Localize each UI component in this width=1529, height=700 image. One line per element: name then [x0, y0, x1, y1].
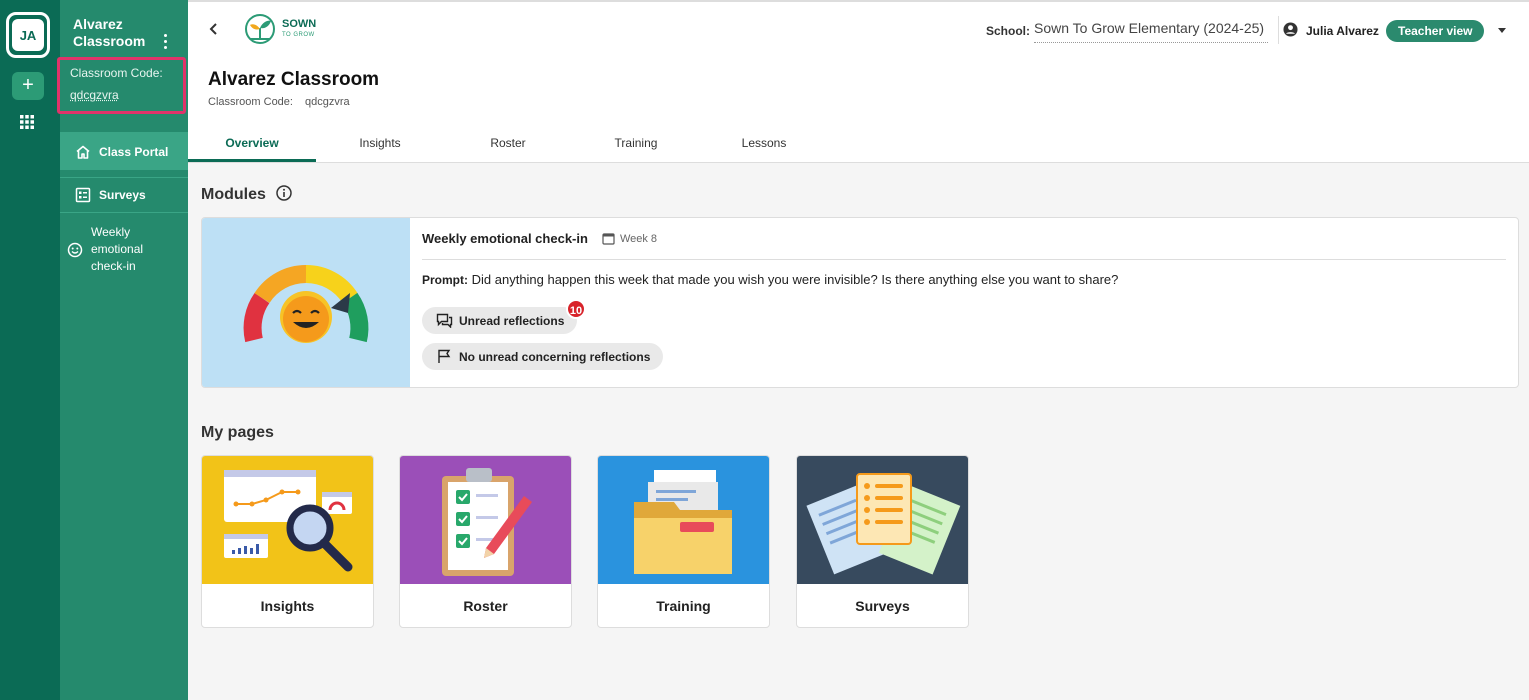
modules-heading: Modules: [201, 185, 293, 204]
classroom-code-label: Classroom Code:: [70, 66, 163, 80]
tab-insights[interactable]: Insights: [316, 128, 444, 162]
unread-count-badge: 10: [566, 299, 586, 319]
tab-lessons[interactable]: Lessons: [700, 128, 828, 162]
survey-icon: [75, 187, 91, 203]
roster-illustration: [400, 456, 571, 584]
page-card-surveys[interactable]: Surveys: [796, 455, 969, 628]
divider: [1278, 16, 1279, 44]
tab-roster[interactable]: Roster: [444, 128, 572, 162]
classroom-code-box: Classroom Code: qdcgzvra: [57, 57, 186, 114]
my-pages-heading: My pages: [201, 424, 274, 441]
sidebar-item-surveys[interactable]: Surveys: [60, 177, 188, 213]
tab-overview[interactable]: Overview: [188, 128, 316, 162]
page-card-label: Insights: [260, 598, 315, 614]
sown-to-grow-logo: [245, 14, 275, 44]
page-card-label: Training: [656, 598, 711, 614]
module-title[interactable]: Weekly emotional check-in: [422, 231, 588, 246]
module-illustration: [202, 218, 410, 387]
page-card-label: Surveys: [855, 598, 910, 614]
comments-icon: [436, 313, 453, 328]
sidebar-item-weekly-checkin[interactable]: Weekly emotional check-in: [60, 222, 188, 278]
module-card-weekly-checkin[interactable]: Weekly emotional check-in Week 8 Prompt:…: [201, 217, 1519, 388]
top-bar: SOWN TO GROW School: Sown To Grow Elemen…: [188, 0, 1529, 56]
user-menu-dropdown-icon[interactable]: [1498, 28, 1506, 33]
user-account-icon: [1283, 22, 1298, 37]
page-card-roster[interactable]: Roster: [399, 455, 572, 628]
surveys-illustration: [797, 456, 968, 584]
class-sidebar: Alvarez Classroom Classroom Code: qdcgzv…: [57, 0, 188, 700]
logo-text: SOWN TO GROW: [282, 18, 317, 39]
page-header: Alvarez Classroom Classroom Code: qdcgzvr…: [188, 56, 1529, 163]
page-card-label: Roster: [463, 598, 508, 614]
sidebar-item-label: Surveys: [99, 188, 146, 202]
unread-reflections-button[interactable]: Unread reflections 10: [422, 299, 586, 334]
calendar-icon: [602, 233, 615, 245]
class-switcher[interactable]: JA: [6, 12, 50, 58]
page-title: Alvarez Classroom: [208, 69, 380, 90]
sidebar-class-title: Alvarez Classroom: [73, 16, 146, 49]
concerning-reflections-button[interactable]: No unread concerning reflections: [422, 343, 664, 370]
module-prompt: Prompt: Did anything happen this week th…: [422, 272, 1119, 287]
page-card-training[interactable]: Training: [597, 455, 770, 628]
classroom-code-line: Classroom Code: qdcgzvra: [208, 96, 350, 108]
classroom-code-value[interactable]: qdcgzvra: [70, 88, 119, 102]
training-illustration: [598, 456, 769, 584]
sidebar-item-label: Weekly emotional check-in: [91, 225, 144, 273]
more-options-icon[interactable]: [160, 34, 170, 50]
sidebar-item-class-portal[interactable]: Class Portal: [60, 132, 188, 170]
page-card-insights[interactable]: Insights: [201, 455, 374, 628]
back-chevron-icon[interactable]: [208, 20, 220, 38]
avatar[interactable]: JA: [12, 19, 44, 51]
insights-illustration: [202, 456, 373, 584]
info-icon[interactable]: [276, 185, 293, 201]
add-class-button[interactable]: +: [12, 72, 44, 100]
school-label: School:: [986, 24, 1030, 38]
apps-grid-icon[interactable]: [20, 115, 34, 129]
flag-icon: [438, 349, 451, 363]
home-icon: [76, 145, 90, 159]
module-body: Weekly emotional check-in Week 8 Prompt:…: [422, 218, 1506, 370]
school-select[interactable]: Sown To Grow Elementary (2024-25): [1034, 20, 1268, 43]
tab-bar: Overview Insights Roster Training Lesson…: [188, 128, 828, 162]
view-mode-badge[interactable]: Teacher view: [1386, 20, 1485, 42]
module-week: Week 8: [619, 232, 658, 245]
sidebar-item-label: Class Portal: [99, 144, 169, 159]
smiley-icon: [67, 242, 83, 258]
app-rail: JA +: [0, 0, 60, 700]
user-name[interactable]: Julia Alvarez: [1306, 24, 1379, 38]
tab-training[interactable]: Training: [572, 128, 700, 162]
